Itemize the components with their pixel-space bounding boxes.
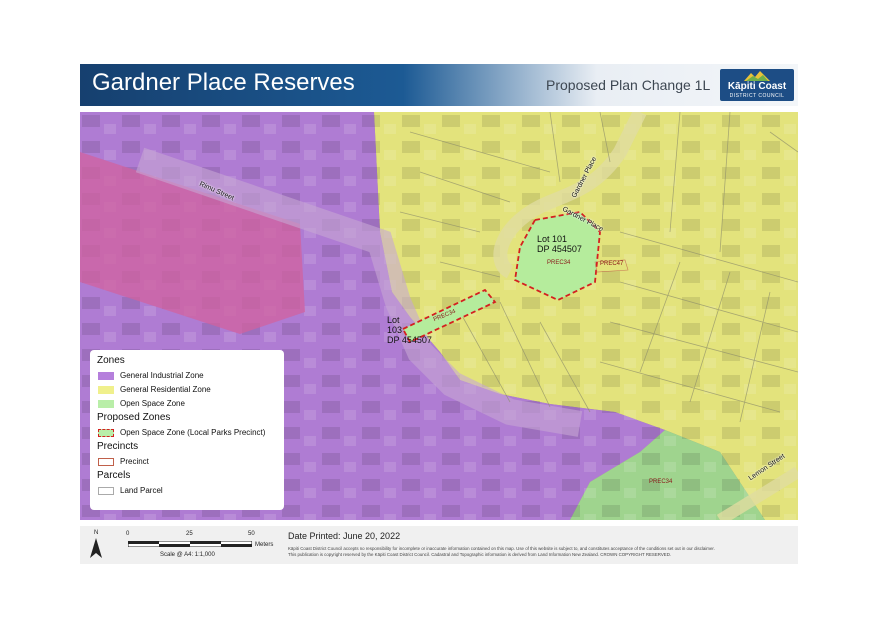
map-sheet: Gardner Place Reserves Proposed Plan Cha… xyxy=(80,64,798,564)
lot-101-number: Lot 101 xyxy=(537,234,568,244)
logo-hills-icon xyxy=(744,71,770,81)
date-printed: Date Printed: June 20, 2022 xyxy=(288,531,401,541)
lot-101-label: Lot 101 DP 454507 xyxy=(537,234,582,254)
scale-label-25: 25 xyxy=(186,531,193,537)
disclaimer-text: Kāpiti Coast District Council accepts no… xyxy=(288,546,715,557)
logo-name: Kāpiti Coast xyxy=(727,81,787,92)
legend-precinct-swatch xyxy=(98,458,114,466)
north-arrow-icon xyxy=(90,538,102,558)
lot-101-dp: DP 454507 xyxy=(537,244,582,254)
council-logo: Kāpiti Coast DISTRICT COUNCIL xyxy=(720,69,794,101)
legend-residential-swatch xyxy=(98,386,114,394)
precinct-label-south: PREC34 xyxy=(649,479,673,485)
scale-bar xyxy=(128,541,252,547)
map-title: Gardner Place Reserves xyxy=(92,69,355,96)
legend-parcel-swatch xyxy=(98,487,114,495)
scale-label-0: 0 xyxy=(126,531,130,537)
logo-subtitle: DISTRICT COUNCIL xyxy=(729,93,785,99)
legend-precincts-heading: Precincts xyxy=(97,441,139,452)
disclaimer-line-2: This publication is copyright reserved b… xyxy=(288,551,672,557)
scale-label-50: 50 xyxy=(248,531,255,537)
lot-103-dp: DP 454507 xyxy=(387,335,432,345)
legend-proposed-heading: Proposed Zones xyxy=(97,412,171,423)
plan-change-label: Proposed Plan Change 1L xyxy=(546,77,711,93)
lot-103-number: 103 xyxy=(387,325,403,335)
map-legend: Zones General Industrial Zone General Re… xyxy=(90,350,284,510)
map-footer: N 0 25 50 Meters Scale @ A4: 1:1,000 Dat… xyxy=(80,526,798,564)
north-arrow: N xyxy=(88,530,108,560)
precinct-label-lot101: PREC34 xyxy=(547,260,571,266)
legend-open-space-swatch xyxy=(98,400,114,408)
legend-parcels-heading: Parcels xyxy=(97,470,131,481)
north-label: N xyxy=(94,530,99,536)
legend-residential-label: General Residential Zone xyxy=(120,385,211,394)
legend-parcel-label: Land Parcel xyxy=(120,486,163,495)
lot-103-label: Lot 103 DP 454507 xyxy=(387,315,432,345)
legend-industrial-label: General Industrial Zone xyxy=(120,371,204,380)
precinct-label-prec47: PREC47 xyxy=(600,261,624,267)
legend-proposed-label: Open Space Zone (Local Parks Precinct) xyxy=(120,428,266,437)
scale-unit-label: Meters xyxy=(255,542,274,548)
lot-103-word: Lot xyxy=(387,315,400,325)
legend-precinct-label: Precinct xyxy=(120,457,149,466)
header-bar: Gardner Place Reserves Proposed Plan Cha… xyxy=(80,64,798,106)
legend-zones-heading: Zones xyxy=(97,355,125,366)
legend-industrial-swatch xyxy=(98,372,114,380)
scale-ratio-label: Scale @ A4: 1:1,000 xyxy=(160,552,215,558)
disclaimer-line-1: Kāpiti Coast District Council accepts no… xyxy=(288,546,715,551)
legend-proposed-swatch xyxy=(98,429,114,437)
legend-open-space-label: Open Space Zone xyxy=(120,399,185,408)
map-view[interactable]: Rimu Street Gardner Place Gardner Place … xyxy=(80,112,798,520)
